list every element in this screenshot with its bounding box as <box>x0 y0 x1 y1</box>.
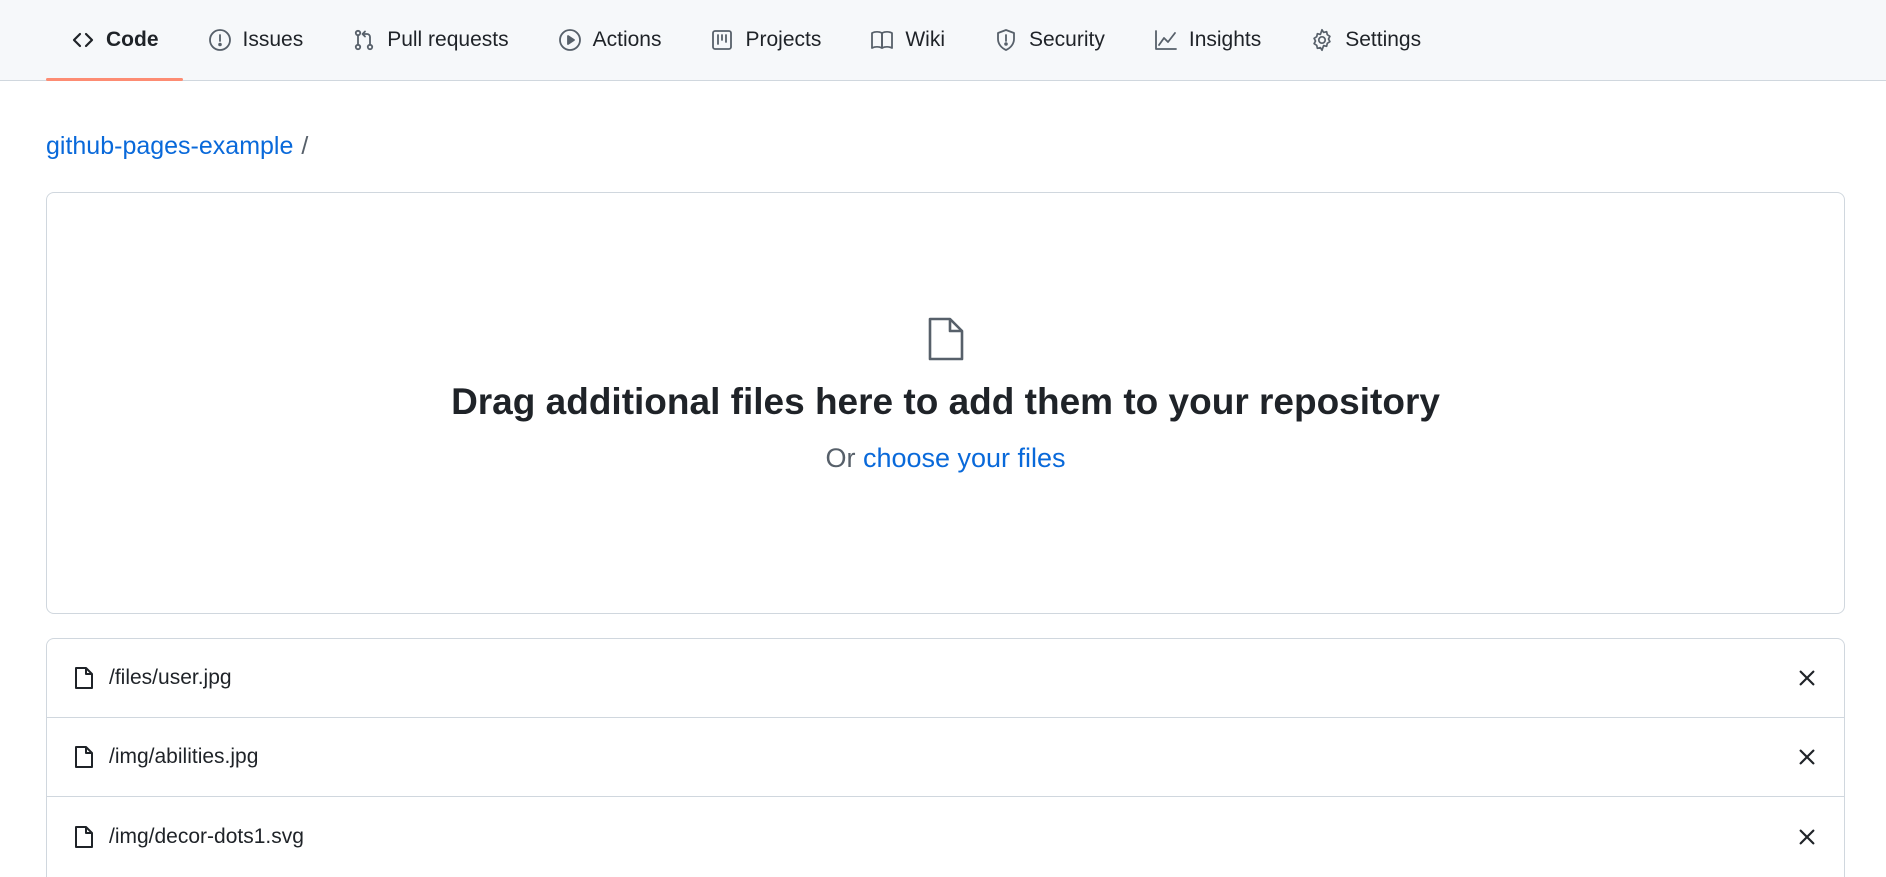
file-icon <box>73 745 95 769</box>
tab-wiki[interactable]: Wiki <box>845 0 969 80</box>
tab-actions-label: Actions <box>592 28 662 51</box>
tab-projects-label: Projects <box>745 28 822 51</box>
breadcrumb: github-pages-example / <box>46 132 308 161</box>
book-icon <box>869 27 895 53</box>
tab-pull-requests-label: Pull requests <box>387 28 509 51</box>
gear-icon <box>1309 27 1335 53</box>
tab-code-label: Code <box>106 28 159 51</box>
list-item: /img/abilities.jpg <box>47 718 1844 797</box>
file-name: /files/user.jpg <box>109 666 232 689</box>
breadcrumb-separator: / <box>301 132 309 160</box>
choose-files-link[interactable]: choose your files <box>863 443 1066 473</box>
tab-pull-requests[interactable]: Pull requests <box>327 0 532 80</box>
dropzone-or-text: Or <box>825 443 856 473</box>
dropzone-title: Drag additional files here to add them t… <box>451 381 1440 422</box>
tab-settings-label: Settings <box>1345 28 1422 51</box>
tab-issues-label: Issues <box>242 28 304 51</box>
list-item: /img/decor-dots1.svg <box>47 797 1844 877</box>
repo-link[interactable]: github-pages-example <box>46 132 293 161</box>
file-name: /img/abilities.jpg <box>109 745 259 768</box>
issue-icon <box>207 27 233 53</box>
repo-nav: Code Issues Pull requests Actions Projec… <box>0 0 1886 81</box>
project-icon <box>709 27 735 53</box>
tab-security-label: Security <box>1029 28 1105 51</box>
list-item: /files/user.jpg <box>47 639 1844 718</box>
tab-settings[interactable]: Settings <box>1285 0 1445 80</box>
code-icon <box>70 27 96 53</box>
tab-wiki-label: Wiki <box>905 28 945 51</box>
close-icon[interactable] <box>1796 826 1818 848</box>
graph-icon <box>1153 27 1179 53</box>
file-dropzone[interactable]: Drag additional files here to add them t… <box>46 192 1845 614</box>
tab-insights[interactable]: Insights <box>1129 0 1285 80</box>
tab-projects[interactable]: Projects <box>685 0 845 80</box>
close-icon[interactable] <box>1796 667 1818 689</box>
pull-request-icon <box>351 27 377 53</box>
tab-actions[interactable]: Actions <box>533 0 686 80</box>
tab-security[interactable]: Security <box>969 0 1129 80</box>
tab-code[interactable]: Code <box>46 0 183 81</box>
play-icon <box>557 27 583 53</box>
upload-file-list: /files/user.jpg /img/abilities.jpg /img/… <box>46 638 1845 877</box>
file-icon <box>73 825 95 849</box>
tab-issues[interactable]: Issues <box>183 0 328 80</box>
shield-icon <box>993 27 1019 53</box>
tab-insights-label: Insights <box>1188 28 1262 51</box>
close-icon[interactable] <box>1796 746 1818 768</box>
dropzone-subtitle: Or choose your files <box>47 443 1844 474</box>
file-icon <box>73 666 95 690</box>
file-icon <box>924 315 968 363</box>
file-name: /img/decor-dots1.svg <box>109 825 304 848</box>
